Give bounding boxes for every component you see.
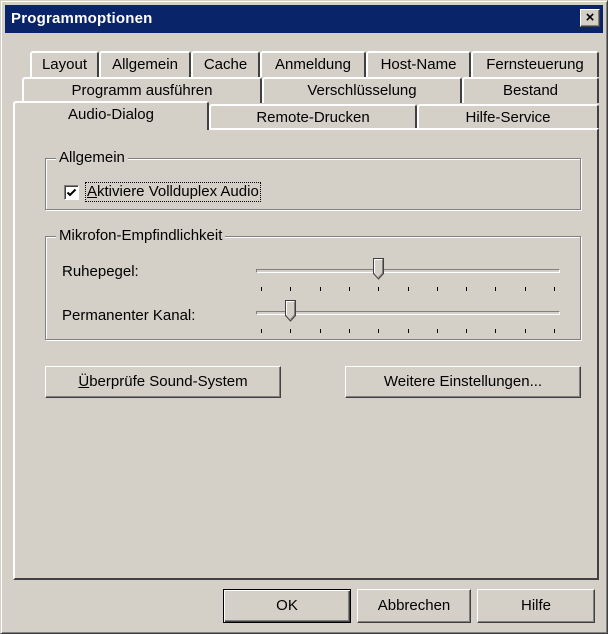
tab-audio-dialog[interactable]: Audio-Dialog: [13, 101, 209, 130]
tab-verschluesselung[interactable]: Verschlüsselung: [262, 77, 462, 103]
tab-label: Cache: [203, 56, 248, 73]
permanent-channel-track: [256, 311, 560, 315]
tab-allgemein[interactable]: Allgemein: [99, 51, 191, 77]
permanent-channel-slider-thumb[interactable]: [285, 300, 296, 322]
mic-sensitivity-group: Mikrofon-Empfindlichkeit Ruhepegel: Perm…: [45, 227, 581, 340]
help-button[interactable]: Hilfe: [477, 589, 595, 623]
full-duplex-label-text: ktiviere Vollduplex Audio: [97, 183, 259, 200]
slider-tick: [495, 287, 496, 291]
check-sound-system-button[interactable]: Überprüfe Sound-System: [45, 366, 281, 398]
check-sound-mnemonic: Ü: [78, 373, 90, 390]
check-sound-text: berprüfe Sound-System: [89, 373, 248, 390]
slider-tick: [261, 329, 262, 333]
slider-tick: [378, 287, 379, 291]
tab-fernsteuerung[interactable]: Fernsteuerung: [471, 51, 599, 77]
slider-tick: [466, 329, 467, 333]
slider-tick: [466, 287, 467, 291]
slider-tick: [378, 329, 379, 333]
idle-level-track: [256, 269, 560, 273]
full-duplex-label-mnemonic: A: [87, 183, 98, 200]
slider-tick: [349, 287, 350, 291]
tab-label: Remote-Drucken: [256, 109, 370, 126]
tab-label: Audio-Dialog: [68, 106, 154, 123]
idle-level-label: Ruhepegel:: [62, 263, 139, 280]
title-bar[interactable]: Programmoptionen ×: [5, 5, 603, 33]
window-title: Programmoptionen: [11, 10, 153, 27]
slider-tick: [290, 329, 291, 333]
slider-tick: [554, 287, 555, 291]
tab-hilfe-service[interactable]: Hilfe-Service: [417, 104, 599, 130]
checkmark-icon: [66, 188, 77, 197]
slider-tick: [495, 329, 496, 333]
slider-tick: [554, 329, 555, 333]
general-group: Allgemein Aktiviere Vollduplex Audio: [45, 149, 581, 210]
tab-label: Programm ausführen: [71, 82, 213, 99]
tab-label: Verschlüsselung: [307, 82, 417, 99]
program-options-window: Programmoptionen × Layout Allgemein Cach…: [0, 0, 608, 634]
permanent-channel-label: Permanenter Kanal:: [62, 307, 196, 324]
more-settings-text: Weitere Einstellungen...: [383, 373, 543, 390]
cancel-button[interactable]: Abbrechen: [357, 589, 471, 623]
tab-label: Layout: [41, 56, 88, 73]
slider-tick: [349, 329, 350, 333]
idle-level-slider-thumb[interactable]: [373, 258, 384, 280]
slider-tick: [437, 329, 438, 333]
tab-cache[interactable]: Cache: [191, 51, 260, 77]
tab-label: Anmeldung: [275, 56, 351, 73]
general-group-title: Allgemein: [56, 149, 128, 167]
slider-tick: [525, 287, 526, 291]
tab-bestand[interactable]: Bestand: [462, 77, 599, 103]
close-icon[interactable]: ×: [580, 9, 600, 27]
tab-label: Host-Name: [380, 56, 457, 73]
tab-label: Hilfe-Service: [465, 109, 551, 126]
slider-tick: [261, 287, 262, 291]
slider-tick: [320, 329, 321, 333]
tab-label: Allgemein: [112, 56, 178, 73]
slider-tick: [437, 287, 438, 291]
slider-tick: [290, 287, 291, 291]
tab-host-name[interactable]: Host-Name: [366, 51, 471, 77]
full-duplex-label[interactable]: Aktiviere Vollduplex Audio: [85, 182, 261, 202]
audio-dialog-panel: Allgemein Aktiviere Vollduplex Audio Mik…: [13, 128, 599, 580]
more-settings-button[interactable]: Weitere Einstellungen...: [345, 366, 581, 398]
tab-remote-drucken[interactable]: Remote-Drucken: [209, 104, 417, 130]
tab-programm-ausfuehren[interactable]: Programm ausführen: [22, 77, 262, 103]
slider-tick: [408, 287, 409, 291]
tab-label: Fernsteuerung: [486, 56, 584, 73]
slider-tick: [320, 287, 321, 291]
full-duplex-checkbox[interactable]: [64, 185, 79, 200]
help-text: Hilfe: [520, 597, 551, 614]
cancel-text: Abbrechen: [377, 597, 451, 614]
slider-tick: [408, 329, 409, 333]
tab-layout[interactable]: Layout: [30, 51, 99, 77]
ok-text: OK: [276, 597, 298, 614]
ok-button[interactable]: OK: [223, 589, 351, 623]
tab-label: Bestand: [502, 82, 559, 99]
tab-anmeldung[interactable]: Anmeldung: [260, 51, 366, 77]
slider-tick: [525, 329, 526, 333]
mic-sensitivity-group-title: Mikrofon-Empfindlichkeit: [56, 227, 226, 245]
